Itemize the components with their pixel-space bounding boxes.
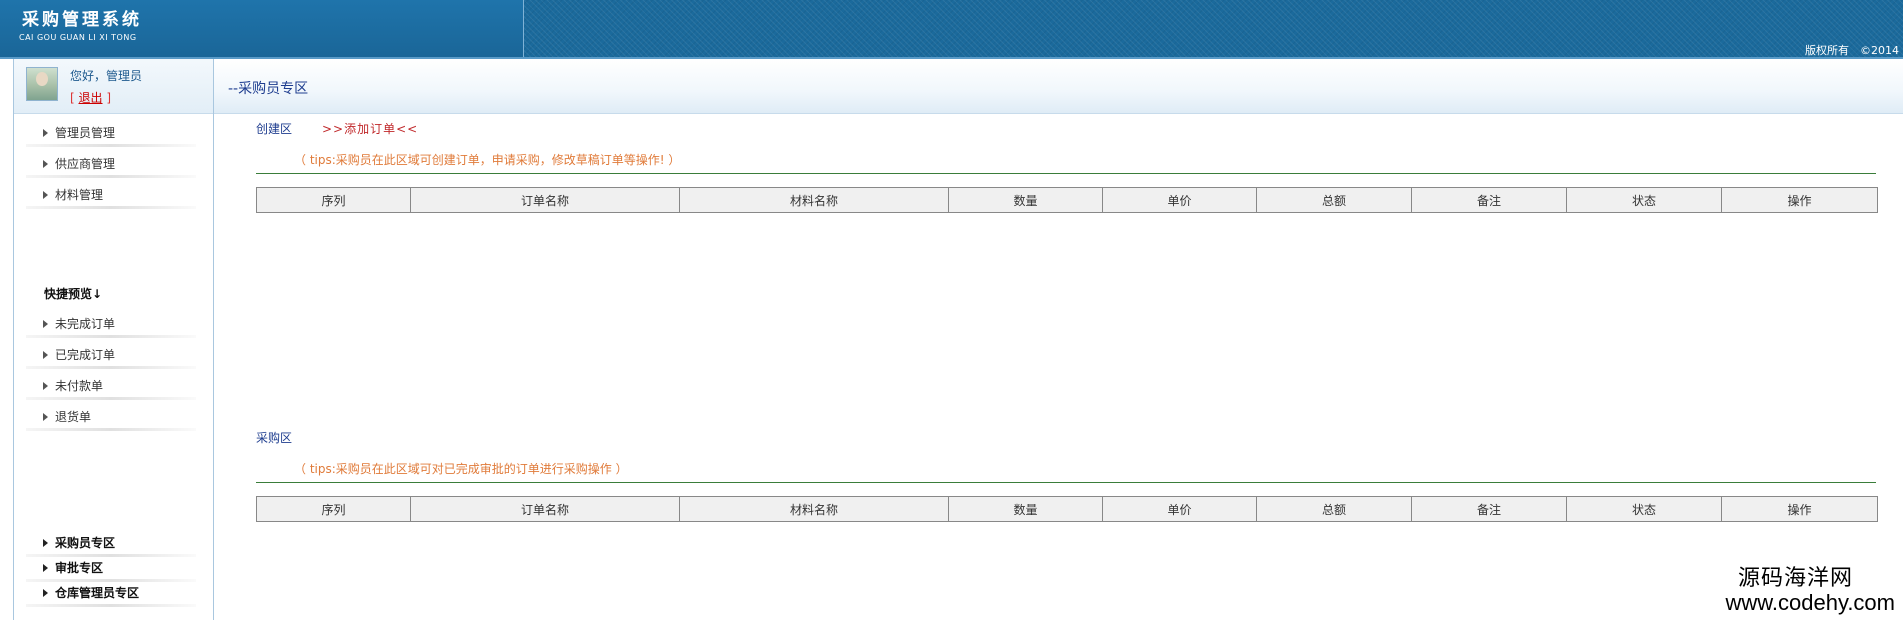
sidebar-item-label: 供应商管理 [55, 157, 116, 171]
create-divider [256, 173, 1876, 174]
sidebar-item-material-management[interactable]: 材料管理 [26, 184, 206, 209]
sidebar-item-label: 仓库管理员专区 [55, 586, 140, 600]
col-header: 订单名称 [410, 187, 680, 213]
logout-bracket-left: [ [70, 91, 79, 105]
page-title: --采购员专区 [228, 81, 309, 97]
sidebar-item-buyer-zone[interactable]: 采购员专区 [26, 532, 206, 557]
sidebar-item-admin-management[interactable]: 管理员管理 [26, 122, 206, 147]
app-header: 采购管理系统 CAI GOU GUAN LI XI TONG 版权所有 ©201… [0, 0, 1903, 57]
header-brand-area: 采购管理系统 CAI GOU GUAN LI XI TONG [0, 0, 524, 57]
copyright-text: 版权所有 ©2014 [1805, 44, 1899, 57]
purchase-section-label: 采购区 [256, 431, 293, 445]
watermark-url: www.codehy.com [1725, 590, 1895, 615]
sidebar-item-label: 审批专区 [55, 561, 104, 575]
sidebar-item-label: 材料管理 [55, 188, 104, 202]
col-header: 单价 [1102, 187, 1257, 213]
triangle-right-icon [43, 589, 48, 597]
triangle-right-icon [43, 320, 48, 328]
avatar [26, 67, 58, 101]
sidebar-item-label: 采购员专区 [55, 536, 116, 550]
col-header: 总额 [1256, 187, 1412, 213]
purchase-divider [256, 482, 1876, 483]
table-header-row: 序列 订单名称 材料名称 数量 单价 总额 备注 状态 操作 [256, 187, 1878, 213]
triangle-right-icon [43, 564, 48, 572]
col-header: 材料名称 [679, 496, 949, 522]
logout-link[interactable]: 退出 [79, 91, 103, 105]
watermark: 源码海洋网 www.codehy.com [1725, 560, 1895, 616]
sidebar-item-unpaid-orders[interactable]: 未付款单 [26, 375, 206, 400]
col-header: 备注 [1411, 496, 1567, 522]
sidebar-item-finished-orders[interactable]: 已完成订单 [26, 344, 206, 369]
table-header-row: 序列 订单名称 材料名称 数量 单价 总额 备注 状态 操作 [256, 496, 1878, 522]
main-content: --采购员专区 创建区 >>添加订单<< （ tips:采购员在此区域可创建订单… [214, 59, 1903, 620]
user-panel: 您好，管理员 [ 退出 ] [14, 59, 213, 114]
triangle-right-icon [43, 539, 48, 547]
logout-bracket-right: ] [102, 91, 112, 105]
col-header: 操作 [1721, 496, 1878, 522]
col-header: 备注 [1411, 187, 1567, 213]
col-header: 操作 [1721, 187, 1878, 213]
sidebar-item-unfinished-orders[interactable]: 未完成订单 [26, 313, 206, 338]
main-header: --采购员专区 [214, 59, 1903, 114]
create-order-table: 序列 订单名称 材料名称 数量 单价 总额 备注 状态 操作 [256, 187, 1878, 213]
sidebar-item-label: 未付款单 [55, 379, 104, 393]
quick-preview-title: 快捷预览↓ [44, 287, 103, 301]
col-header: 总额 [1256, 496, 1412, 522]
purchase-tips: （ tips:采购员在此区域可对已完成审批的订单进行采购操作 ） [294, 462, 628, 476]
col-header: 序列 [256, 187, 411, 213]
sidebar-item-returns[interactable]: 退货单 [26, 406, 206, 431]
sidebar-item-label: 管理员管理 [55, 126, 116, 140]
sidebar-item-label: 退货单 [55, 410, 92, 424]
sidebar-item-approval-zone[interactable]: 审批专区 [26, 557, 206, 582]
watermark-name: 源码海洋网 [1737, 566, 1853, 591]
logout-wrapper: [ 退出 ] [70, 89, 111, 106]
triangle-right-icon [43, 413, 48, 421]
col-header: 状态 [1566, 187, 1722, 213]
triangle-right-icon [43, 191, 48, 199]
triangle-right-icon [43, 382, 48, 390]
col-header: 序列 [256, 496, 411, 522]
sidebar-item-label: 未完成订单 [55, 317, 116, 331]
create-tips: （ tips:采购员在此区域可创建订单，申请采购，修改草稿订单等操作! ） [294, 153, 681, 167]
app-subtitle: CAI GOU GUAN LI XI TONG [19, 33, 137, 42]
col-header: 单价 [1102, 496, 1257, 522]
sidebar-item-supplier-management[interactable]: 供应商管理 [26, 153, 206, 178]
col-header: 状态 [1566, 496, 1722, 522]
triangle-right-icon [43, 351, 48, 359]
app-title: 采购管理系统 [22, 10, 142, 30]
create-section-label: 创建区 [256, 122, 293, 136]
sidebar-item-label: 已完成订单 [55, 348, 116, 362]
col-header: 数量 [948, 187, 1103, 213]
col-header: 数量 [948, 496, 1103, 522]
add-order-link[interactable]: >>添加订单<< [322, 120, 418, 137]
col-header: 订单名称 [410, 496, 680, 522]
sidebar: 您好，管理员 [ 退出 ] 管理员管理 供应商管理 材料管理 快捷预览↓ 未完成… [13, 59, 214, 620]
header-banner: 版权所有 ©2014 [524, 0, 1903, 57]
user-greeting: 您好，管理员 [70, 69, 143, 83]
col-header: 材料名称 [679, 187, 949, 213]
triangle-right-icon [43, 129, 48, 137]
purchase-order-table: 序列 订单名称 材料名称 数量 单价 总额 备注 状态 操作 [256, 496, 1878, 522]
triangle-right-icon [43, 160, 48, 168]
sidebar-item-warehouse-zone[interactable]: 仓库管理员专区 [26, 582, 206, 607]
